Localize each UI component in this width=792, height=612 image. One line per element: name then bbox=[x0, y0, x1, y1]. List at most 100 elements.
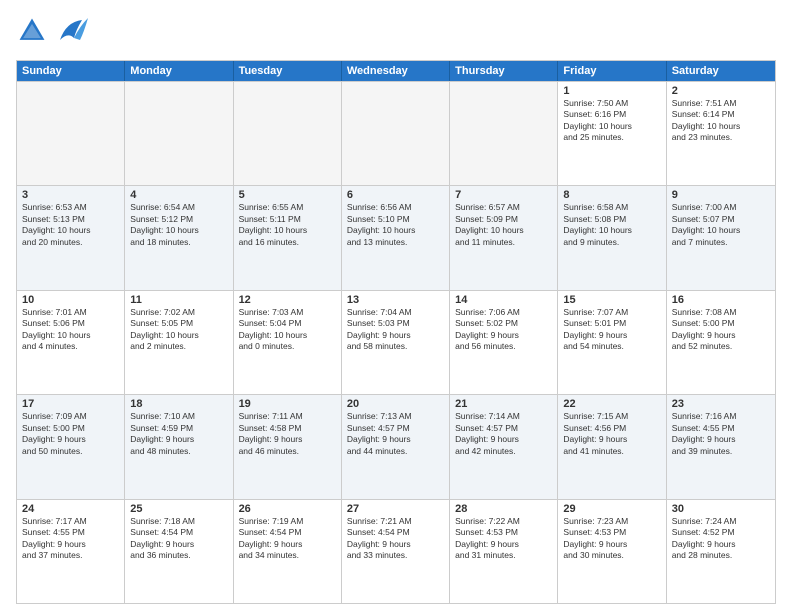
day-info: Sunrise: 6:57 AM Sunset: 5:09 PM Dayligh… bbox=[455, 202, 552, 248]
day-info: Sunrise: 7:10 AM Sunset: 4:59 PM Dayligh… bbox=[130, 411, 227, 457]
empty-cell bbox=[342, 82, 450, 185]
calendar: SundayMondayTuesdayWednesdayThursdayFrid… bbox=[16, 60, 776, 604]
day-info: Sunrise: 7:08 AM Sunset: 5:00 PM Dayligh… bbox=[672, 307, 770, 353]
day-number: 19 bbox=[239, 398, 336, 410]
week-row-4: 17Sunrise: 7:09 AM Sunset: 5:00 PM Dayli… bbox=[17, 394, 775, 498]
empty-cell bbox=[17, 82, 125, 185]
header-day-thursday: Thursday bbox=[450, 61, 558, 81]
day-number: 8 bbox=[563, 189, 660, 201]
day-info: Sunrise: 7:50 AM Sunset: 6:16 PM Dayligh… bbox=[563, 98, 660, 144]
day-number: 4 bbox=[130, 189, 227, 201]
day-number: 16 bbox=[672, 294, 770, 306]
day-number: 15 bbox=[563, 294, 660, 306]
day-info: Sunrise: 7:09 AM Sunset: 5:00 PM Dayligh… bbox=[22, 411, 119, 457]
day-number: 12 bbox=[239, 294, 336, 306]
day-cell-23: 23Sunrise: 7:16 AM Sunset: 4:55 PM Dayli… bbox=[667, 395, 775, 498]
day-cell-1: 1Sunrise: 7:50 AM Sunset: 6:16 PM Daylig… bbox=[558, 82, 666, 185]
day-info: Sunrise: 7:07 AM Sunset: 5:01 PM Dayligh… bbox=[563, 307, 660, 353]
day-cell-11: 11Sunrise: 7:02 AM Sunset: 5:05 PM Dayli… bbox=[125, 291, 233, 394]
logo-icon bbox=[16, 15, 48, 47]
day-number: 1 bbox=[563, 85, 660, 97]
day-number: 6 bbox=[347, 189, 444, 201]
day-cell-18: 18Sunrise: 7:10 AM Sunset: 4:59 PM Dayli… bbox=[125, 395, 233, 498]
day-info: Sunrise: 7:21 AM Sunset: 4:54 PM Dayligh… bbox=[347, 516, 444, 562]
day-number: 22 bbox=[563, 398, 660, 410]
day-number: 3 bbox=[22, 189, 119, 201]
day-number: 13 bbox=[347, 294, 444, 306]
day-cell-13: 13Sunrise: 7:04 AM Sunset: 5:03 PM Dayli… bbox=[342, 291, 450, 394]
day-number: 17 bbox=[22, 398, 119, 410]
week-row-2: 3Sunrise: 6:53 AM Sunset: 5:13 PM Daylig… bbox=[17, 185, 775, 289]
day-cell-3: 3Sunrise: 6:53 AM Sunset: 5:13 PM Daylig… bbox=[17, 186, 125, 289]
day-number: 2 bbox=[672, 85, 770, 97]
day-cell-4: 4Sunrise: 6:54 AM Sunset: 5:12 PM Daylig… bbox=[125, 186, 233, 289]
logo-bird-icon bbox=[52, 12, 90, 50]
day-info: Sunrise: 7:04 AM Sunset: 5:03 PM Dayligh… bbox=[347, 307, 444, 353]
day-cell-20: 20Sunrise: 7:13 AM Sunset: 4:57 PM Dayli… bbox=[342, 395, 450, 498]
day-cell-29: 29Sunrise: 7:23 AM Sunset: 4:53 PM Dayli… bbox=[558, 500, 666, 603]
day-number: 14 bbox=[455, 294, 552, 306]
day-cell-5: 5Sunrise: 6:55 AM Sunset: 5:11 PM Daylig… bbox=[234, 186, 342, 289]
day-info: Sunrise: 6:58 AM Sunset: 5:08 PM Dayligh… bbox=[563, 202, 660, 248]
day-cell-24: 24Sunrise: 7:17 AM Sunset: 4:55 PM Dayli… bbox=[17, 500, 125, 603]
week-row-5: 24Sunrise: 7:17 AM Sunset: 4:55 PM Dayli… bbox=[17, 499, 775, 603]
day-info: Sunrise: 7:14 AM Sunset: 4:57 PM Dayligh… bbox=[455, 411, 552, 457]
day-info: Sunrise: 6:53 AM Sunset: 5:13 PM Dayligh… bbox=[22, 202, 119, 248]
week-row-3: 10Sunrise: 7:01 AM Sunset: 5:06 PM Dayli… bbox=[17, 290, 775, 394]
day-number: 30 bbox=[672, 503, 770, 515]
day-info: Sunrise: 7:15 AM Sunset: 4:56 PM Dayligh… bbox=[563, 411, 660, 457]
day-number: 11 bbox=[130, 294, 227, 306]
empty-cell bbox=[234, 82, 342, 185]
day-cell-16: 16Sunrise: 7:08 AM Sunset: 5:00 PM Dayli… bbox=[667, 291, 775, 394]
day-info: Sunrise: 7:13 AM Sunset: 4:57 PM Dayligh… bbox=[347, 411, 444, 457]
day-cell-22: 22Sunrise: 7:15 AM Sunset: 4:56 PM Dayli… bbox=[558, 395, 666, 498]
day-cell-19: 19Sunrise: 7:11 AM Sunset: 4:58 PM Dayli… bbox=[234, 395, 342, 498]
day-number: 10 bbox=[22, 294, 119, 306]
day-cell-17: 17Sunrise: 7:09 AM Sunset: 5:00 PM Dayli… bbox=[17, 395, 125, 498]
day-number: 20 bbox=[347, 398, 444, 410]
day-number: 5 bbox=[239, 189, 336, 201]
calendar-body: 1Sunrise: 7:50 AM Sunset: 6:16 PM Daylig… bbox=[17, 81, 775, 603]
header-day-tuesday: Tuesday bbox=[234, 61, 342, 81]
day-cell-9: 9Sunrise: 7:00 AM Sunset: 5:07 PM Daylig… bbox=[667, 186, 775, 289]
day-info: Sunrise: 7:22 AM Sunset: 4:53 PM Dayligh… bbox=[455, 516, 552, 562]
day-cell-25: 25Sunrise: 7:18 AM Sunset: 4:54 PM Dayli… bbox=[125, 500, 233, 603]
day-number: 9 bbox=[672, 189, 770, 201]
day-cell-7: 7Sunrise: 6:57 AM Sunset: 5:09 PM Daylig… bbox=[450, 186, 558, 289]
day-cell-26: 26Sunrise: 7:19 AM Sunset: 4:54 PM Dayli… bbox=[234, 500, 342, 603]
day-number: 28 bbox=[455, 503, 552, 515]
day-info: Sunrise: 7:01 AM Sunset: 5:06 PM Dayligh… bbox=[22, 307, 119, 353]
day-cell-6: 6Sunrise: 6:56 AM Sunset: 5:10 PM Daylig… bbox=[342, 186, 450, 289]
day-number: 21 bbox=[455, 398, 552, 410]
day-info: Sunrise: 7:06 AM Sunset: 5:02 PM Dayligh… bbox=[455, 307, 552, 353]
day-cell-2: 2Sunrise: 7:51 AM Sunset: 6:14 PM Daylig… bbox=[667, 82, 775, 185]
page-header bbox=[16, 12, 776, 50]
day-info: Sunrise: 7:03 AM Sunset: 5:04 PM Dayligh… bbox=[239, 307, 336, 353]
day-cell-14: 14Sunrise: 7:06 AM Sunset: 5:02 PM Dayli… bbox=[450, 291, 558, 394]
header-day-friday: Friday bbox=[558, 61, 666, 81]
day-cell-21: 21Sunrise: 7:14 AM Sunset: 4:57 PM Dayli… bbox=[450, 395, 558, 498]
calendar-header: SundayMondayTuesdayWednesdayThursdayFrid… bbox=[17, 61, 775, 81]
day-info: Sunrise: 6:54 AM Sunset: 5:12 PM Dayligh… bbox=[130, 202, 227, 248]
day-cell-12: 12Sunrise: 7:03 AM Sunset: 5:04 PM Dayli… bbox=[234, 291, 342, 394]
header-day-monday: Monday bbox=[125, 61, 233, 81]
day-cell-10: 10Sunrise: 7:01 AM Sunset: 5:06 PM Dayli… bbox=[17, 291, 125, 394]
day-number: 25 bbox=[130, 503, 227, 515]
day-cell-27: 27Sunrise: 7:21 AM Sunset: 4:54 PM Dayli… bbox=[342, 500, 450, 603]
day-info: Sunrise: 7:19 AM Sunset: 4:54 PM Dayligh… bbox=[239, 516, 336, 562]
day-info: Sunrise: 7:51 AM Sunset: 6:14 PM Dayligh… bbox=[672, 98, 770, 144]
day-number: 7 bbox=[455, 189, 552, 201]
day-info: Sunrise: 7:11 AM Sunset: 4:58 PM Dayligh… bbox=[239, 411, 336, 457]
day-number: 27 bbox=[347, 503, 444, 515]
day-cell-8: 8Sunrise: 6:58 AM Sunset: 5:08 PM Daylig… bbox=[558, 186, 666, 289]
week-row-1: 1Sunrise: 7:50 AM Sunset: 6:16 PM Daylig… bbox=[17, 81, 775, 185]
day-info: Sunrise: 7:00 AM Sunset: 5:07 PM Dayligh… bbox=[672, 202, 770, 248]
day-number: 24 bbox=[22, 503, 119, 515]
day-info: Sunrise: 6:55 AM Sunset: 5:11 PM Dayligh… bbox=[239, 202, 336, 248]
header-day-wednesday: Wednesday bbox=[342, 61, 450, 81]
day-number: 18 bbox=[130, 398, 227, 410]
day-info: Sunrise: 6:56 AM Sunset: 5:10 PM Dayligh… bbox=[347, 202, 444, 248]
page-container: SundayMondayTuesdayWednesdayThursdayFrid… bbox=[0, 0, 792, 612]
day-info: Sunrise: 7:16 AM Sunset: 4:55 PM Dayligh… bbox=[672, 411, 770, 457]
day-info: Sunrise: 7:17 AM Sunset: 4:55 PM Dayligh… bbox=[22, 516, 119, 562]
